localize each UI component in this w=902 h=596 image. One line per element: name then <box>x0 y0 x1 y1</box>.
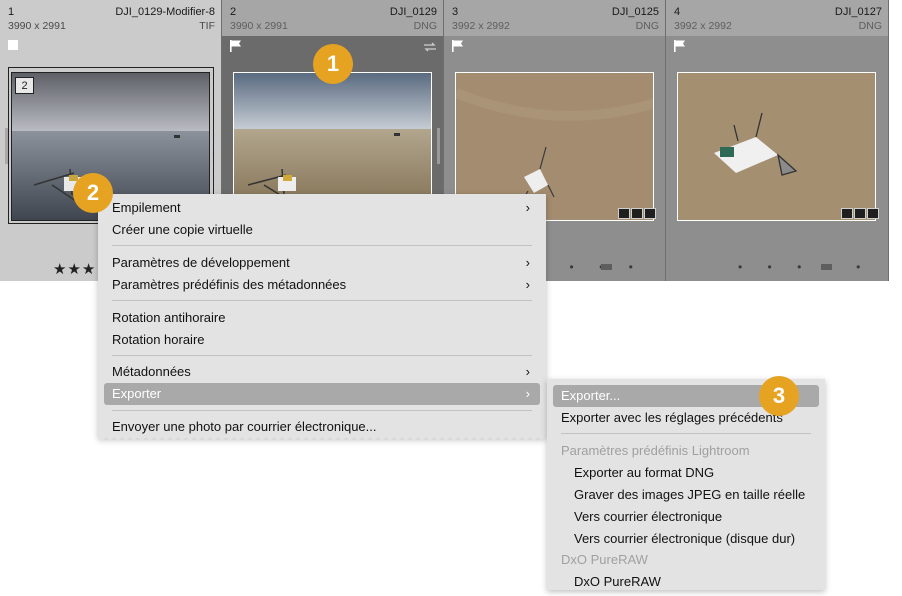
menu-item-exporter[interactable]: Exporter › <box>104 383 540 405</box>
chevron-right-icon: › <box>525 364 530 379</box>
cell-extension: TIF <box>199 20 215 32</box>
develop-edit-icon <box>867 208 879 219</box>
submenu-header-dxo-pureraw: DxO PureRAW <box>553 549 819 571</box>
submenu-item-graver-jpeg[interactable]: Graver des images JPEG en taille réelle <box>553 484 819 506</box>
menu-section-label: DxO PureRAW <box>561 552 648 567</box>
star-rating[interactable]: ★★★ <box>53 260 96 278</box>
chevron-right-icon: › <box>525 255 530 270</box>
menu-item-label: Vers courrier électronique (disque dur) <box>574 531 796 546</box>
menu-item-label: Paramètres de développement <box>112 255 290 270</box>
cell-index: 2 <box>230 6 237 18</box>
menu-separator <box>561 433 811 434</box>
menu-item-label: Exporter au format DNG <box>574 465 715 480</box>
cell-extension: DNG <box>635 20 659 32</box>
resize-handle[interactable] <box>437 128 440 164</box>
develop-edit-icon <box>644 208 656 219</box>
cell-filename: DJI_0125 <box>611 6 659 18</box>
flag-icon[interactable] <box>451 39 465 53</box>
color-label[interactable] <box>601 264 612 270</box>
cell-header: 1 DJI_0129-Modifier-8 3990 x 2991 TIF <box>0 0 221 36</box>
menu-separator <box>112 300 532 301</box>
submenu-item-courrier-disque-dur[interactable]: Vers courrier électronique (disque dur) <box>553 528 819 550</box>
stack-count-badge[interactable]: 2 <box>15 77 34 94</box>
menu-item-parametres-developpement[interactable]: Paramètres de développement › <box>104 252 540 274</box>
flag-icon[interactable] <box>673 39 687 53</box>
submenu-header-presets-lightroom: Paramètres prédéfinis Lightroom <box>553 440 819 462</box>
cell-filename: DJI_0127 <box>834 6 882 18</box>
collection-icon <box>631 208 643 219</box>
menu-item-empilement[interactable]: Empilement › <box>104 197 540 219</box>
chevron-right-icon: › <box>525 200 530 215</box>
chevron-right-icon: › <box>525 277 530 292</box>
rating-dots[interactable]: • • • • • <box>738 260 871 274</box>
menu-item-label: DxO PureRAW <box>574 574 661 589</box>
torn-edge <box>98 437 546 441</box>
cell-header: 2 DJI_0129 3990 x 2991 DNG <box>222 0 443 36</box>
flag-icon[interactable] <box>8 40 18 50</box>
color-label[interactable] <box>821 264 832 270</box>
menu-item-creer-copie-virtuelle[interactable]: Créer une copie virtuelle <box>104 219 540 241</box>
metadata-badges <box>618 208 656 219</box>
callout-badge-1: 1 <box>313 44 353 84</box>
submenu-item-courrier-electronique[interactable]: Vers courrier électronique <box>553 506 819 528</box>
cell-header: 4 DJI_0127 3992 x 2992 DNG <box>666 0 888 36</box>
cell-filename: DJI_0129 <box>389 6 437 18</box>
metadata-badges <box>841 208 879 219</box>
menu-item-envoyer-courrier[interactable]: Envoyer une photo par courrier électroni… <box>104 416 540 438</box>
menu-item-rotation-horaire[interactable]: Rotation horaire <box>104 329 540 351</box>
context-menu: Empilement › Créer une copie virtuelle Pa… <box>98 194 546 441</box>
submenu-item-exporter-dng[interactable]: Exporter au format DNG <box>553 462 819 484</box>
comment-icon <box>841 208 853 219</box>
cell-index: 4 <box>674 6 681 18</box>
resize-handle[interactable] <box>5 128 8 164</box>
menu-item-label: Métadonnées <box>112 364 191 379</box>
menu-section-label: Paramètres prédéfinis Lightroom <box>561 443 750 458</box>
thumbnail-image[interactable] <box>677 72 876 221</box>
chevron-right-icon: › <box>525 386 530 401</box>
menu-item-label: Exporter... <box>561 388 621 403</box>
menu-item-label: Exporter <box>112 386 162 401</box>
comment-icon <box>618 208 630 219</box>
menu-item-rotation-antihoraire[interactable]: Rotation antihoraire <box>104 307 540 329</box>
cell-extension: DNG <box>413 20 437 32</box>
menu-item-label: Graver des images JPEG en taille réelle <box>574 487 806 502</box>
submenu-item-dxo-pureraw[interactable]: DxO PureRAW <box>553 571 819 593</box>
menu-separator <box>112 245 532 246</box>
cell-filename: DJI_0129-Modifier-8 <box>115 6 215 18</box>
cell-index: 3 <box>452 6 459 18</box>
menu-item-label: Envoyer une photo par courrier électroni… <box>112 419 377 434</box>
cell-dimensions: 3990 x 2991 <box>8 20 66 32</box>
collection-icon <box>854 208 866 219</box>
menu-item-parametres-metadonnees[interactable]: Paramètres prédéfinis des métadonnées › <box>104 274 540 296</box>
cell-index: 1 <box>8 6 15 18</box>
callout-badge-3: 3 <box>759 376 799 416</box>
cell-dimensions: 3992 x 2992 <box>452 20 510 32</box>
menu-item-label: Rotation horaire <box>112 332 205 347</box>
menu-item-label: Créer une copie virtuelle <box>112 222 253 237</box>
callout-badge-2: 2 <box>73 173 113 213</box>
sync-icon <box>424 42 436 52</box>
menu-item-label: Paramètres prédéfinis des métadonnées <box>112 277 347 292</box>
menu-item-label: Empilement <box>112 200 181 215</box>
menu-item-metadonnees[interactable]: Métadonnées › <box>104 361 540 383</box>
cell-extension: DNG <box>858 20 882 32</box>
menu-item-label: Rotation antihoraire <box>112 310 226 325</box>
filmstrip-cell-4[interactable]: 4 DJI_0127 3992 x 2992 DNG • • • • • <box>666 0 889 281</box>
flag-icon[interactable] <box>229 39 243 53</box>
menu-item-label: Vers courrier électronique <box>574 509 723 524</box>
cell-dimensions: 3990 x 2991 <box>230 20 288 32</box>
menu-separator <box>112 355 532 356</box>
menu-item-label: Exporter avec les réglages précédents <box>561 410 783 425</box>
cell-dimensions: 3992 x 2992 <box>674 20 732 32</box>
menu-separator <box>112 410 532 411</box>
cell-header: 3 DJI_0125 3992 x 2992 DNG <box>444 0 665 36</box>
